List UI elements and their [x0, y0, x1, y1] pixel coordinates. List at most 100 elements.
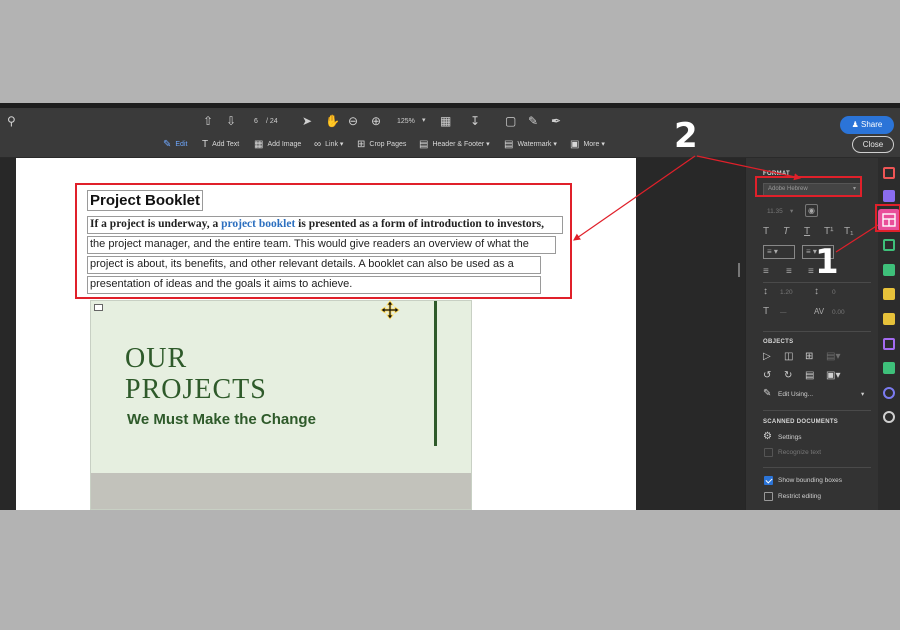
edit-using-menu[interactable]: Edit Using... [778, 390, 813, 400]
comment-tool-icon[interactable] [883, 313, 895, 325]
align-right-icon[interactable]: ≡ [808, 266, 814, 278]
sign-icon[interactable]: ✒ [551, 114, 561, 128]
share-button[interactable]: ♟ Share [840, 116, 894, 134]
character-spacing-value[interactable]: 0.00 [832, 308, 845, 318]
main-toolbar: ⚲ ⇧ ⇩ 6 / 24 ➤ ✋ ⊖ ⊕ 125% ▾ ▦ ↧ ▢ ✎ ✒ ♟ … [0, 108, 900, 134]
export-pdf-icon[interactable] [883, 167, 895, 179]
scan-icon[interactable] [883, 288, 895, 300]
align-left-icon[interactable]: ≡ [763, 266, 769, 278]
text-italic-icon[interactable]: T [783, 226, 789, 238]
page-up-icon[interactable]: ⇧ [203, 114, 213, 128]
more-tool[interactable]: ▣ More ▾ [570, 139, 605, 151]
settings-link[interactable]: Settings [778, 433, 802, 443]
search-icon[interactable]: ⚲ [7, 114, 16, 128]
text-subscript-icon[interactable]: T₁ [844, 226, 853, 238]
zoom-level[interactable]: 125% [397, 117, 415, 127]
text-underline-icon[interactable]: T [804, 226, 810, 238]
arrange-icon[interactable]: ▤▾ [826, 351, 840, 363]
align-objects-icon[interactable]: ▣▾ [826, 370, 840, 382]
link-tool[interactable]: ∞ Link ▾ [314, 139, 343, 151]
hand-tool-icon[interactable]: ✋ [325, 114, 340, 128]
text-regular-icon[interactable]: T [763, 226, 769, 238]
highlight-box-edit-tool [875, 204, 900, 232]
comment-icon[interactable]: ▢ [505, 114, 516, 128]
annotation-number-1: 1 [815, 242, 839, 282]
zoom-dropdown-icon[interactable]: ▾ [422, 116, 426, 126]
page-total: / 24 [266, 118, 278, 125]
paragraph-line-3[interactable]: project is about, its benefits, and othe… [87, 256, 541, 274]
zoom-in-icon[interactable]: ⊕ [371, 114, 381, 128]
combine-files-icon[interactable] [883, 190, 895, 202]
recognize-text-label: Recognize text [778, 449, 821, 456]
document-title[interactable]: Project Booklet [87, 190, 203, 211]
divider [763, 331, 871, 332]
page-down-icon[interactable]: ⇩ [226, 114, 236, 128]
line-spacing-icon[interactable]: ↕ [763, 286, 768, 298]
flip-horizontal-icon[interactable]: ◫ [784, 351, 793, 363]
gear-icon[interactable]: ⚙ [763, 431, 772, 443]
paragraph-line-1[interactable]: If a project is underway, a project book… [87, 216, 563, 234]
scanned-documents-title: SCANNED DOCUMENTS [763, 419, 839, 425]
fill-sign-icon[interactable] [883, 338, 895, 350]
chevron-down-icon: ▾ [790, 208, 794, 215]
divider [763, 467, 871, 468]
zoom-out-icon[interactable]: ⊖ [348, 114, 358, 128]
close-button[interactable]: Close [852, 136, 894, 153]
chevron-down-icon: ▾ [861, 391, 865, 398]
decorative-line [434, 301, 437, 446]
restrict-editing-checkbox[interactable] [764, 492, 773, 501]
more-tools-icon[interactable] [883, 411, 895, 423]
edit-tool[interactable]: ✎ Edit [163, 139, 187, 151]
line-spacing-value[interactable]: 1.20 [780, 288, 793, 298]
show-bounding-boxes-checkbox[interactable] [764, 476, 773, 485]
text-superscript-icon[interactable]: T¹ [824, 226, 833, 238]
organize-pages-icon[interactable] [883, 264, 895, 276]
horizontal-scale-icon[interactable]: T [763, 306, 769, 318]
select-cursor-icon[interactable]: ➤ [302, 114, 312, 128]
link-icon: ∞ [314, 139, 322, 150]
restrict-editing-label: Restrict editing [778, 493, 821, 500]
fit-page-icon[interactable]: ▦ [440, 114, 451, 128]
rotate-right-icon[interactable]: ↻ [784, 370, 792, 382]
share-label: Share [861, 120, 883, 129]
paragraph-spacing-icon[interactable]: ↕ [814, 286, 819, 298]
rotate-left-icon[interactable]: ↺ [763, 370, 771, 382]
cover-heading: OUR PROJECTS [125, 343, 267, 405]
add-image-tool[interactable]: ▦ Add Image [254, 139, 301, 151]
scrollbar-handle[interactable] [738, 263, 740, 277]
paragraph-spacing-value[interactable]: 0 [832, 288, 836, 298]
recognize-text-checkbox[interactable] [764, 448, 773, 457]
font-size-select[interactable]: 11.35 [767, 207, 783, 217]
replace-image-icon[interactable]: ▤ [805, 370, 814, 382]
crop-image-icon[interactable]: ⊞ [805, 351, 813, 363]
add-text-tool[interactable]: T Add Text [202, 139, 239, 151]
image-frame-icon [94, 304, 103, 311]
image-tool-icon: ▦ [254, 139, 264, 150]
crop-pages-tool[interactable]: ⊞ Crop Pages [357, 139, 406, 151]
crop-icon: ⊞ [357, 139, 366, 150]
scroll-mode-icon[interactable]: ↧ [470, 114, 480, 128]
create-pdf-icon[interactable] [883, 239, 895, 251]
print-production-icon[interactable] [883, 362, 895, 374]
cover-photo-strip [91, 473, 471, 509]
paragraph-line-4[interactable]: presentation of ideas and the goals it a… [87, 276, 541, 294]
watermark-icon: ▤ [504, 139, 514, 150]
format-panel: FORMAT Adobe Hebrew ▾ 11.35 ▾ ◉ T T T T¹ … [745, 158, 878, 510]
color-picker-icon[interactable]: ◉ [805, 204, 818, 217]
character-spacing-icon[interactable]: AV [814, 306, 824, 318]
edit-pdf-icon: ✎ [163, 139, 172, 150]
flip-triangle-icon[interactable]: ▷ [763, 351, 771, 363]
align-center-icon[interactable]: ≡ [786, 266, 792, 278]
watermark-tool[interactable]: ▤ Watermark ▾ [504, 139, 557, 151]
paragraph-line-2[interactable]: the project manager, and the entire team… [87, 236, 556, 254]
header-footer-tool[interactable]: ▤ Header & Footer ▾ [419, 139, 490, 151]
share-user-icon: ♟ [851, 120, 862, 129]
bullet-list-icon[interactable]: ≡ ▾ [763, 245, 795, 259]
cover-image[interactable]: OUR PROJECTS We Must Make the Change [90, 300, 472, 510]
divider [763, 410, 871, 411]
horizontal-scale-value[interactable]: — [780, 308, 787, 318]
protect-shield-icon[interactable] [883, 387, 895, 399]
project-booklet-link[interactable]: project booklet [221, 218, 295, 230]
highlight-pen-icon[interactable]: ✎ [528, 114, 538, 128]
page-number-input[interactable]: 6 [254, 117, 258, 127]
